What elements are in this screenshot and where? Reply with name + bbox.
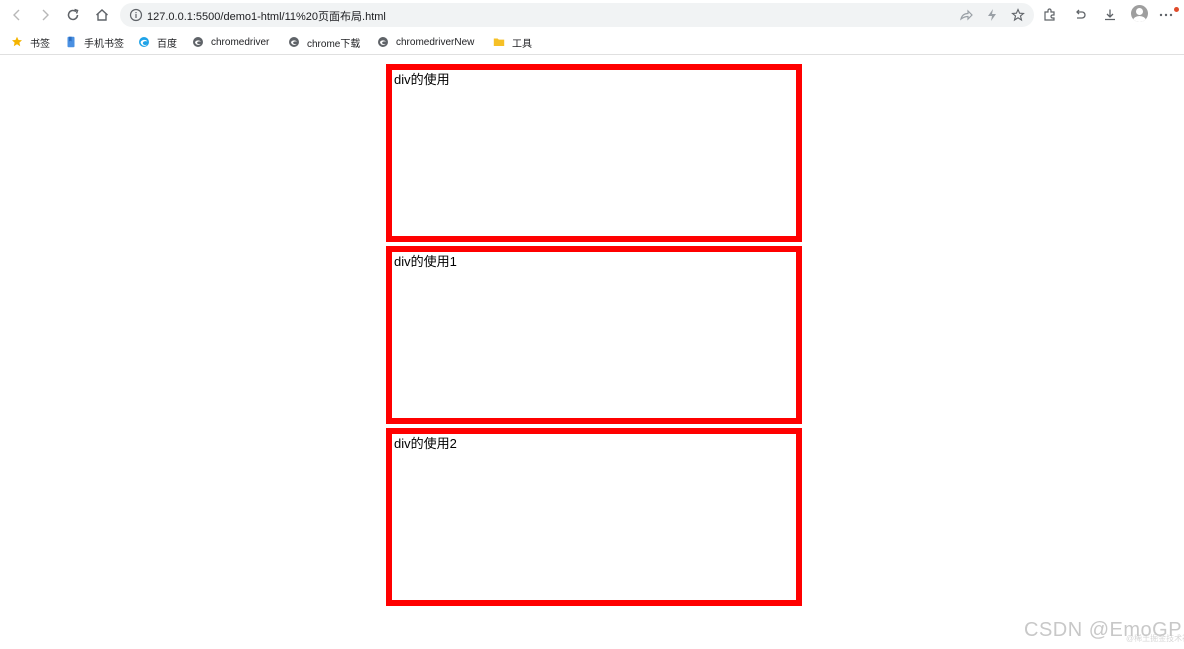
site-icon [377,36,389,48]
reload-icon [67,8,79,21]
mobile-bookmark-icon [65,36,77,48]
undo-icon [1076,9,1086,19]
site-icon [288,36,300,48]
bookmark-label: chromedriver [211,36,270,48]
forward-button[interactable] [34,4,56,26]
bookmark-item[interactable]: 手机书签 [65,34,124,50]
site-icon [192,36,204,48]
home-button[interactable] [91,4,113,26]
bookmark-item[interactable]: 工具 [493,34,532,50]
home-icon [96,9,108,21]
page-viewport: div的使用 div的使用1 div的使用2 [0,55,1184,649]
csdn-watermark: CSDN @EmoGP [1024,619,1183,641]
more-button[interactable] [1156,5,1176,25]
browser-window: 127.0.0.1:5500/demo1-html/11%20页面布局.html [0,0,1184,649]
history-button[interactable] [1070,5,1090,25]
site-info-button[interactable] [128,7,144,23]
div-text: div的使用2 [394,436,457,451]
downloads-button[interactable] [1100,5,1120,25]
bookmark-label: chrome下载 [307,38,361,50]
bookmarks-bar: 书签 手机书签 百度 chromedriver chrome下载 chromed… [0,30,1184,55]
lightning-icon [988,9,996,21]
performance-button[interactable] [984,7,1000,23]
folder-icon [493,36,505,48]
layout-div-2: div的使用1 [386,246,802,424]
layout-div-3: div的使用2 [386,428,802,606]
share-icon [960,9,973,21]
extensions-icon [1044,8,1055,21]
back-arrow-icon [13,9,20,21]
more-dots-icon [1159,13,1173,17]
bookmark-item[interactable]: chromedriverNew [377,34,474,50]
star-icon [11,36,23,48]
star-outline-icon [1011,8,1025,22]
profile-avatar-icon[interactable] [1131,5,1148,22]
reload-button[interactable] [62,4,84,26]
bookmark-label: chromedriverNew [396,36,475,48]
extensions-button[interactable] [1040,5,1060,25]
download-icon [1105,9,1115,21]
info-circle-icon [129,8,143,22]
div-text: div的使用1 [394,254,457,269]
back-button[interactable] [6,4,28,26]
bookmark-label: 工具 [512,38,532,50]
bookmark-label: 百度 [157,38,177,50]
forward-arrow-icon [42,9,49,21]
div-text: div的使用 [394,72,450,87]
browser-toolbar: 127.0.0.1:5500/demo1-html/11%20页面布局.html [0,0,1184,30]
layout-div-1: div的使用 [386,64,802,242]
bookmark-item[interactable]: 书签 [11,34,50,50]
url-text[interactable]: 127.0.0.1:5500/demo1-html/11%20页面布局.html [147,8,386,24]
edge-icon [138,36,150,48]
notification-dot [1174,7,1179,12]
bookmark-item[interactable]: chromedriver [192,34,269,50]
favorite-button[interactable] [1010,7,1026,23]
address-bar[interactable]: 127.0.0.1:5500/demo1-html/11%20页面布局.html [120,3,1034,27]
share-button[interactable] [958,7,974,23]
bookmark-label: 手机书签 [84,38,124,50]
bookmark-label: 书签 [30,38,50,50]
bookmark-item[interactable]: chrome下载 [288,34,360,50]
bookmark-item[interactable]: 百度 [138,34,177,50]
